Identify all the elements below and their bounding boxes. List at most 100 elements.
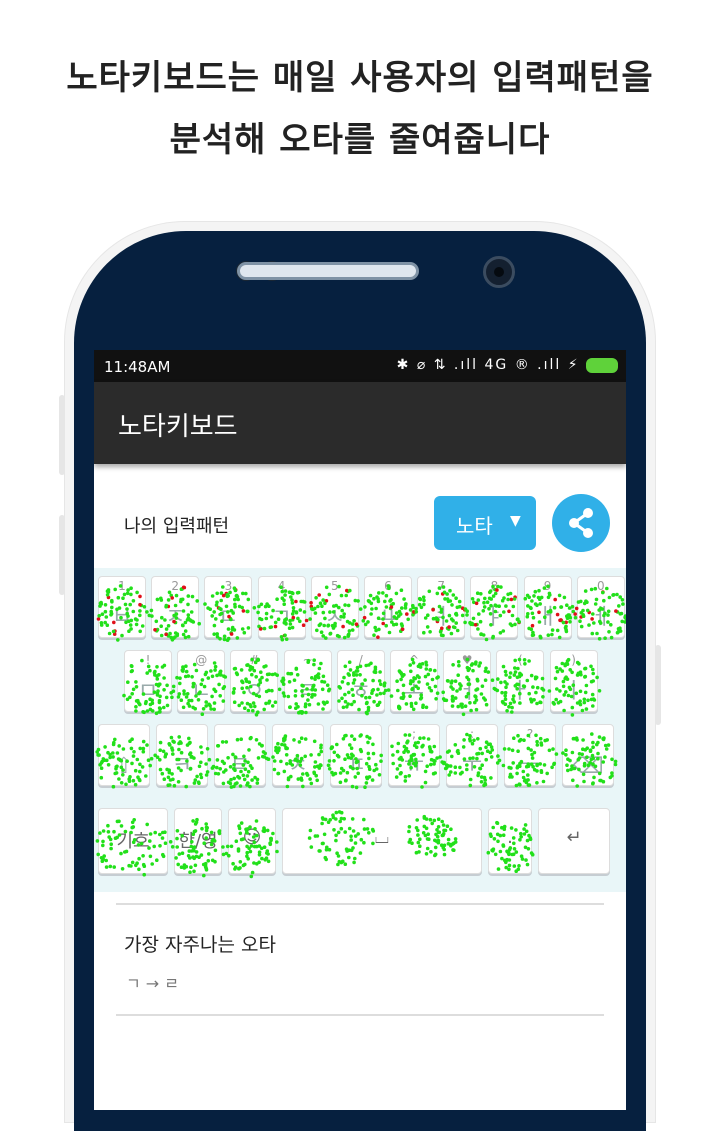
touch-point <box>117 833 122 837</box>
touch-point <box>189 610 194 614</box>
touch-point <box>217 829 222 833</box>
touch-point <box>442 698 447 702</box>
touch-point <box>313 611 318 615</box>
touch-point <box>498 613 503 618</box>
touch-point <box>369 601 374 606</box>
touch-point <box>237 776 242 780</box>
touch-point <box>212 707 216 712</box>
touch-point <box>130 737 134 741</box>
touch-point <box>509 766 513 770</box>
app-title: 노타키보드 <box>118 412 238 442</box>
touch-point <box>234 839 239 843</box>
touch-point <box>349 702 354 707</box>
touch-point <box>199 775 204 780</box>
touch-point <box>324 585 329 590</box>
touch-point <box>524 858 528 862</box>
touch-point <box>500 690 504 695</box>
touch-point <box>241 773 246 778</box>
share-button[interactable] <box>552 494 610 552</box>
touch-point <box>251 835 256 839</box>
touch-point <box>213 664 218 669</box>
touch-point <box>96 617 101 621</box>
touch-point <box>360 693 364 698</box>
touch-point <box>132 750 136 754</box>
touch-point <box>407 733 412 737</box>
touch-point <box>200 678 205 682</box>
touch-point <box>198 690 202 694</box>
touch-point <box>358 851 363 855</box>
touch-point <box>195 599 199 603</box>
touch-point <box>196 698 201 702</box>
touch-point <box>312 662 316 667</box>
touch-point <box>166 598 171 602</box>
touch-point <box>327 592 332 597</box>
touch-point <box>507 867 511 872</box>
touch-point <box>153 628 157 632</box>
touch-point <box>364 761 369 766</box>
chevron-down-icon: ▼ <box>510 513 521 529</box>
touch-point <box>141 746 146 751</box>
touch-point <box>257 853 262 857</box>
touch-point <box>561 751 565 755</box>
touch-point <box>241 680 245 685</box>
touch-point <box>486 850 491 855</box>
touch-point <box>158 758 162 762</box>
touch-point <box>302 600 307 604</box>
touch-point <box>236 849 241 853</box>
touch-point <box>507 851 511 856</box>
touch-point <box>105 589 110 593</box>
touch-point <box>484 757 489 762</box>
touch-point <box>304 710 308 715</box>
touch-point <box>138 613 142 618</box>
touch-point <box>267 699 272 704</box>
touch-point <box>381 591 385 595</box>
touch-point <box>163 841 168 845</box>
touch-point <box>585 755 589 759</box>
touch-point <box>411 707 416 712</box>
touch-point <box>129 618 134 623</box>
touch-point <box>252 861 256 865</box>
touch-point <box>213 668 217 672</box>
touch-point <box>235 737 240 742</box>
touch-point <box>520 857 525 861</box>
touch-point <box>530 611 535 616</box>
touch-point <box>401 696 405 701</box>
touch-point <box>364 781 369 785</box>
touch-point <box>203 602 207 606</box>
touch-point <box>560 661 565 666</box>
touch-point <box>279 610 284 615</box>
touch-point <box>434 697 438 701</box>
touch-point <box>125 697 130 702</box>
touch-point <box>248 764 253 768</box>
touch-point <box>240 686 244 691</box>
touch-point <box>555 628 560 633</box>
touch-point <box>234 593 239 598</box>
touch-point <box>186 602 190 607</box>
touch-point <box>265 828 270 833</box>
touch-point <box>212 610 216 614</box>
touch-point <box>474 707 479 712</box>
touch-point <box>272 767 277 772</box>
touch-point <box>438 630 443 634</box>
touch-point <box>221 781 226 786</box>
touch-point <box>466 677 471 682</box>
touch-point <box>338 780 343 785</box>
touch-point <box>125 759 129 763</box>
touch-point <box>582 779 586 784</box>
touch-point <box>141 854 145 858</box>
touch-point <box>309 781 314 786</box>
touch-point <box>407 840 412 844</box>
touch-point <box>395 679 399 683</box>
touch-point <box>179 597 183 602</box>
touch-point <box>323 616 327 621</box>
touch-point <box>456 673 461 677</box>
touch-point <box>211 764 216 769</box>
touch-point <box>354 757 358 761</box>
touch-point <box>539 700 543 705</box>
touch-point <box>268 842 273 847</box>
keyboard-selector-dropdown[interactable]: 노타 ▼ <box>434 496 536 550</box>
touch-point <box>533 602 538 606</box>
touch-point <box>525 838 530 843</box>
touch-point <box>209 707 213 711</box>
touch-point <box>169 691 173 695</box>
